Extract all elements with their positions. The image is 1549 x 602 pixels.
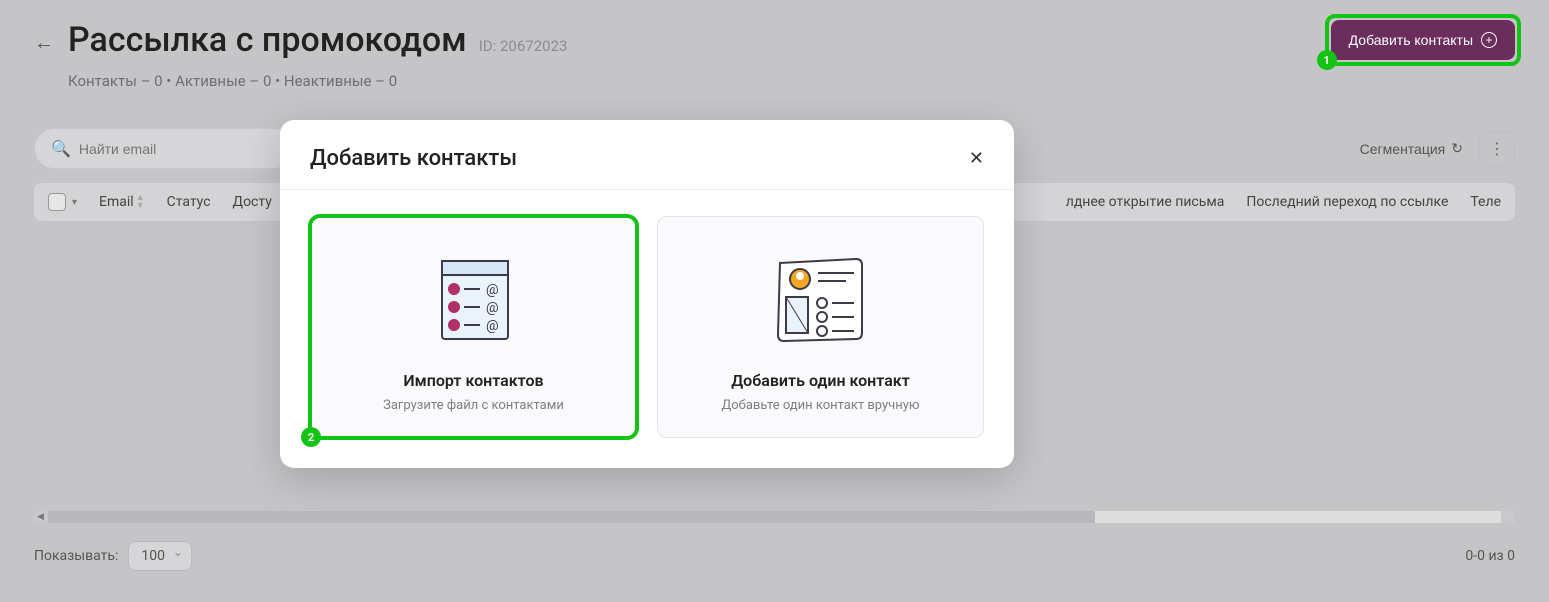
horizontal-scrollbar[interactable]: ◀ ▶ [34,511,1515,523]
col-last-click[interactable]: Последний переход по ссылке [1246,194,1448,210]
svg-text:@: @ [486,300,499,316]
page-title: Рассылка с промокодом [68,20,467,60]
add-contacts-button[interactable]: Добавить контакты + [1331,20,1515,60]
close-icon: ✕ [969,148,984,168]
scrollbar-thumb[interactable] [48,511,1095,523]
segmentation-label: Сегментация [1360,141,1446,157]
modal-close-button[interactable]: ✕ [969,148,984,169]
import-contacts-card[interactable]: 2 @ @ @ Импорт контактов Загрузите фай [310,216,637,438]
page-range: 0-0 из 0 [1465,548,1515,564]
scroll-left-icon[interactable]: ◀ [37,512,44,522]
more-menu-button[interactable]: ⋮ [1479,131,1515,167]
search-box[interactable]: 🔍 [34,128,294,169]
col-last-open[interactable]: лднее открытие письма [1066,194,1225,210]
refresh-icon: ↻ [1451,140,1463,157]
add-contacts-modal: Добавить контакты ✕ 2 @ @ @ [280,120,1014,468]
kebab-icon: ⋮ [1489,139,1505,158]
col-email[interactable]: Email ▲▼ [99,194,145,210]
segmentation-button[interactable]: Сегментация ↻ [1360,140,1463,157]
scroll-right-icon[interactable]: ▶ [1505,512,1512,522]
svg-text:@: @ [486,318,499,334]
select-all-checkbox[interactable] [48,193,66,211]
col-status[interactable]: Статус [167,194,211,210]
back-arrow-icon[interactable]: ← [34,30,54,55]
sort-icon: ▲▼ [136,194,145,210]
search-icon: 🔍 [51,139,71,158]
checkbox-dropdown-icon[interactable]: ▾ [72,197,77,208]
page-size-label: Показывать: [34,548,118,564]
import-file-icon: @ @ @ [329,245,618,353]
add-contacts-label: Добавить контакты [1349,32,1473,48]
single-card-subtitle: Добавьте один контакт вручную [676,398,965,413]
annotation-badge-1: 1 [1317,50,1337,70]
contact-stats: Контакты – 0 • Активные – 0 • Неактивные… [68,72,1331,90]
modal-title: Добавить контакты [310,146,969,171]
import-card-subtitle: Загрузите файл с контактами [329,398,618,413]
annotation-badge-2: 2 [301,427,321,447]
plus-circle-icon: + [1481,32,1497,48]
single-card-title: Добавить один контакт [676,371,965,390]
col-availability[interactable]: Досту [233,194,272,210]
page-size-select[interactable]: 100 [128,541,192,571]
import-card-title: Импорт контактов [329,371,618,390]
page-id: ID: 20672023 [479,37,568,55]
svg-text:@: @ [486,282,499,298]
col-phone[interactable]: Теле [1470,194,1501,210]
title-block: Рассылка с промокодом ID: 20672023 Конта… [68,20,1331,90]
search-input[interactable] [79,141,277,157]
add-single-contact-card[interactable]: Добавить один контакт Добавьте один конт… [657,216,984,438]
single-contact-icon [676,245,965,353]
